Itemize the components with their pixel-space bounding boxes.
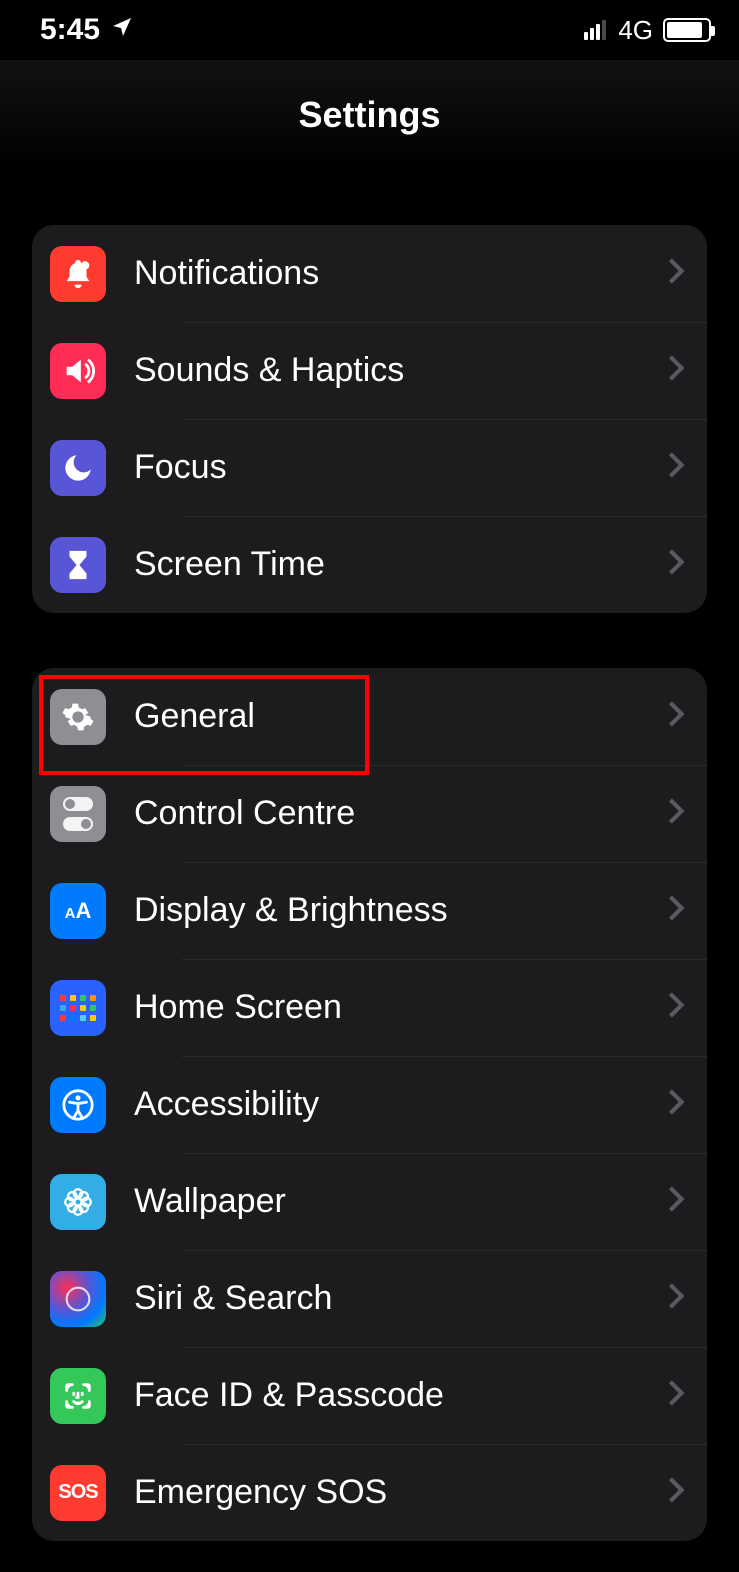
row-screen-time[interactable]: Screen Time [32,516,707,613]
row-sounds[interactable]: Sounds & Haptics [32,322,707,419]
chevron-right-icon [667,451,685,484]
row-wallpaper[interactable]: Wallpaper [32,1153,707,1250]
accessibility-icon [50,1077,106,1133]
network-type: 4G [618,15,653,46]
chevron-right-icon [667,797,685,830]
status-right: 4G [584,15,711,46]
row-home-screen[interactable]: Home Screen [32,959,707,1056]
chevron-right-icon [667,894,685,927]
toggles-icon [50,786,106,842]
page-title: Settings [298,94,440,136]
chevron-right-icon [667,1282,685,1315]
siri-icon [50,1271,106,1327]
row-general[interactable]: General [32,668,707,765]
chevron-right-icon [667,1185,685,1218]
settings-group-1: Notifications Sounds & Haptics Focus Scr… [32,225,707,613]
row-label: Siri & Search [134,1279,667,1318]
row-label: Accessibility [134,1085,667,1124]
chevron-right-icon [667,700,685,733]
row-notifications[interactable]: Notifications [32,225,707,322]
sos-icon: SOS [50,1465,106,1521]
bell-icon [50,246,106,302]
clock: 5:45 [40,13,100,47]
row-label: Wallpaper [134,1182,667,1221]
row-sos[interactable]: SOS Emergency SOS [32,1444,707,1541]
flower-icon [50,1174,106,1230]
row-control-centre[interactable]: Control Centre [32,765,707,862]
row-display[interactable]: AA Display & Brightness [32,862,707,959]
text-size-icon: AA [50,883,106,939]
row-label: Emergency SOS [134,1473,667,1512]
gear-icon [50,689,106,745]
cellular-signal-icon [584,20,606,40]
app-grid-icon [50,980,106,1036]
settings-group-2: General Control Centre AA Display & Brig… [32,668,707,1541]
row-label: Screen Time [134,545,667,584]
row-faceid[interactable]: Face ID & Passcode [32,1347,707,1444]
row-label: Face ID & Passcode [134,1376,667,1415]
row-focus[interactable]: Focus [32,419,707,516]
status-left: 5:45 [40,13,134,47]
status-bar: 5:45 4G [0,0,739,60]
chevron-right-icon [667,991,685,1024]
moon-icon [50,440,106,496]
row-label: Home Screen [134,988,667,1027]
chevron-right-icon [667,1088,685,1121]
chevron-right-icon [667,1379,685,1412]
faceid-icon [50,1368,106,1424]
chevron-right-icon [667,548,685,581]
row-label: Notifications [134,254,667,293]
row-siri[interactable]: Siri & Search [32,1250,707,1347]
hourglass-icon [50,537,106,593]
chevron-right-icon [667,1476,685,1509]
row-label: Focus [134,448,667,487]
battery-icon [663,18,711,42]
row-label: Display & Brightness [134,891,667,930]
speaker-icon [50,343,106,399]
row-label: Control Centre [134,794,667,833]
chevron-right-icon [667,354,685,387]
chevron-right-icon [667,257,685,290]
row-label: General [134,697,667,736]
row-label: Sounds & Haptics [134,351,667,390]
location-icon [110,13,134,47]
row-accessibility[interactable]: Accessibility [32,1056,707,1153]
page-header: Settings [0,60,739,170]
